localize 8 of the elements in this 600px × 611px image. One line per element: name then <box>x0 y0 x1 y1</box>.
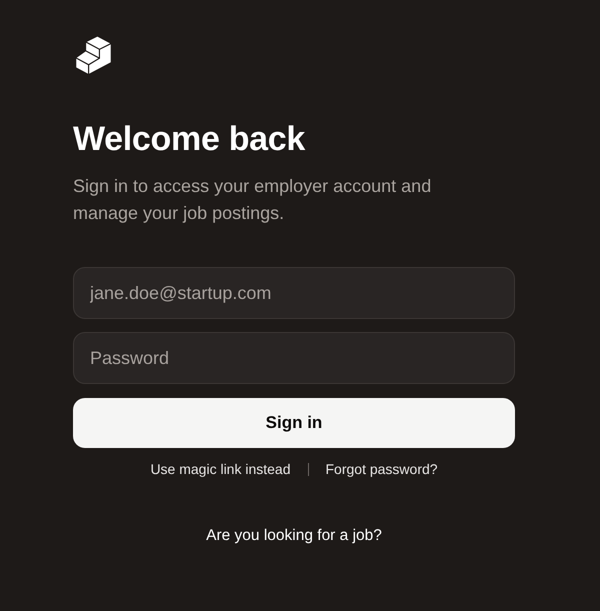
page-heading: Welcome back <box>73 119 306 160</box>
logo-icon <box>73 35 113 75</box>
sign-in-button[interactable]: Sign in <box>73 398 515 448</box>
magic-link[interactable]: Use magic link instead <box>150 461 290 478</box>
forgot-password-link[interactable]: Forgot password? <box>326 461 438 478</box>
password-field[interactable]: Password <box>73 332 515 384</box>
job-seeker-link[interactable]: Are you looking for a job? <box>206 526 382 545</box>
subtitle-text: Sign in to access your employer account and manage your job postings. <box>73 175 432 225</box>
